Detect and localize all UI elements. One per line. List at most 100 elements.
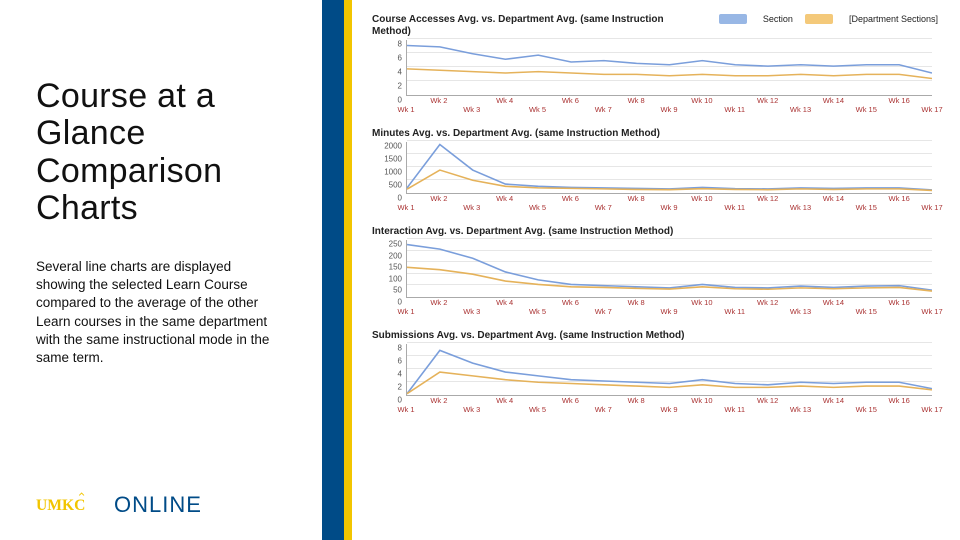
x-label: Wk 6 [562, 396, 579, 405]
plot-area [406, 142, 932, 194]
x-label: Wk 5 [529, 203, 546, 212]
chart-frame: 0500100015002000 [372, 142, 932, 194]
chart-legend: Section[Department Sections] [719, 14, 938, 24]
chart-header: Submissions Avg. vs. Department Avg. (sa… [372, 330, 938, 342]
y-axis: 0500100015002000 [372, 142, 406, 194]
chart-title: Minutes Avg. vs. Department Avg. (same I… [372, 128, 660, 140]
chart-frame: 02468 [372, 40, 932, 96]
y-tick: 0 [398, 396, 402, 405]
x-label: Wk 2 [430, 194, 447, 203]
x-label: Wk 3 [463, 405, 480, 414]
x-label: Wk 15 [856, 105, 877, 114]
x-label: Wk 11 [724, 405, 745, 414]
x-label: Wk 11 [724, 203, 745, 212]
x-label: Wk 12 [757, 194, 778, 203]
x-label: Wk 15 [856, 307, 877, 316]
umkc-logo-icon: UMKC [36, 492, 108, 518]
x-label: Wk 11 [724, 105, 745, 114]
chart-3: Submissions Avg. vs. Department Avg. (sa… [372, 330, 938, 416]
logo-online-text: ONLINE [114, 492, 202, 518]
gold-divider [344, 0, 352, 540]
chart-title: Submissions Avg. vs. Department Avg. (sa… [372, 330, 684, 342]
x-label: Wk 14 [823, 298, 844, 307]
x-axis-labels: Wk 1Wk 2Wk 3Wk 4Wk 5Wk 6Wk 7Wk 8Wk 9Wk 1… [406, 396, 932, 416]
y-tick: 6 [398, 357, 402, 366]
y-tick: 2 [398, 383, 402, 392]
x-label: Wk 6 [562, 298, 579, 307]
y-tick: 0 [398, 194, 402, 203]
x-label: Wk 3 [463, 105, 480, 114]
y-axis: 050100150200250 [372, 240, 406, 298]
x-label: Wk 14 [823, 194, 844, 203]
x-label: Wk 7 [595, 405, 612, 414]
gridline [407, 342, 932, 343]
x-label: Wk 6 [562, 194, 579, 203]
x-label: Wk 2 [430, 96, 447, 105]
x-label: Wk 1 [397, 405, 414, 414]
chart-title: Course Accesses Avg. vs. Department Avg.… [372, 14, 702, 38]
x-label: Wk 8 [628, 396, 645, 405]
y-tick: 500 [389, 181, 402, 190]
y-tick: 4 [398, 68, 402, 77]
y-tick: 0 [398, 96, 402, 105]
x-label: Wk 9 [660, 307, 677, 316]
x-label: Wk 4 [496, 396, 513, 405]
series-line-0 [407, 46, 932, 74]
x-label: Wk 1 [397, 105, 414, 114]
x-label: Wk 5 [529, 105, 546, 114]
y-tick: 8 [398, 344, 402, 353]
y-tick: 150 [389, 263, 402, 272]
x-axis-labels: Wk 1Wk 2Wk 3Wk 4Wk 5Wk 6Wk 7Wk 8Wk 9Wk 1… [406, 194, 932, 214]
x-label: Wk 16 [888, 194, 909, 203]
x-axis-labels: Wk 1Wk 2Wk 3Wk 4Wk 5Wk 6Wk 7Wk 8Wk 9Wk 1… [406, 298, 932, 318]
series-line-1 [407, 69, 932, 79]
x-label: Wk 17 [921, 105, 942, 114]
chart-1: Minutes Avg. vs. Department Avg. (same I… [372, 128, 938, 214]
x-axis-labels: Wk 1Wk 2Wk 3Wk 4Wk 5Wk 6Wk 7Wk 8Wk 9Wk 1… [406, 96, 932, 116]
x-label: Wk 15 [856, 203, 877, 212]
y-tick: 100 [389, 274, 402, 283]
y-tick: 2 [398, 82, 402, 91]
x-label: Wk 10 [691, 396, 712, 405]
x-label: Wk 7 [595, 105, 612, 114]
x-label: Wk 13 [790, 307, 811, 316]
x-label: Wk 8 [628, 194, 645, 203]
x-label: Wk 9 [660, 405, 677, 414]
legend-swatch-section [719, 14, 747, 24]
x-label: Wk 9 [660, 105, 677, 114]
brand-logo: UMKC ONLINE [36, 492, 202, 518]
x-label: Wk 10 [691, 194, 712, 203]
plot-area [406, 344, 932, 396]
x-label: Wk 8 [628, 298, 645, 307]
y-tick: 200 [389, 251, 402, 260]
chart-frame: 02468 [372, 344, 932, 396]
x-label: Wk 17 [921, 203, 942, 212]
y-tick: 8 [398, 40, 402, 49]
x-label: Wk 14 [823, 396, 844, 405]
x-label: Wk 17 [921, 307, 942, 316]
x-label: Wk 12 [757, 96, 778, 105]
x-label: Wk 16 [888, 396, 909, 405]
gridline [407, 140, 932, 141]
x-label: Wk 13 [790, 203, 811, 212]
x-label: Wk 4 [496, 96, 513, 105]
x-label: Wk 10 [691, 96, 712, 105]
chart-0: Course Accesses Avg. vs. Department Avg.… [372, 14, 938, 116]
x-label: Wk 5 [529, 307, 546, 316]
x-label: Wk 16 [888, 298, 909, 307]
y-axis: 02468 [372, 344, 406, 396]
x-label: Wk 3 [463, 203, 480, 212]
left-column: Course at a Glance Comparison Charts Sev… [0, 0, 322, 540]
chart-header: Minutes Avg. vs. Department Avg. (same I… [372, 128, 938, 140]
x-label: Wk 12 [757, 298, 778, 307]
chart-2: Interaction Avg. vs. Department Avg. (sa… [372, 226, 938, 318]
x-label: Wk 8 [628, 96, 645, 105]
series-line-0 [407, 245, 932, 291]
x-label: Wk 14 [823, 96, 844, 105]
x-label: Wk 4 [496, 298, 513, 307]
x-label: Wk 4 [496, 194, 513, 203]
x-label: Wk 17 [921, 405, 942, 414]
x-label: Wk 5 [529, 405, 546, 414]
chart-header: Interaction Avg. vs. Department Avg. (sa… [372, 226, 938, 238]
svg-text:UMKC: UMKC [36, 497, 85, 514]
